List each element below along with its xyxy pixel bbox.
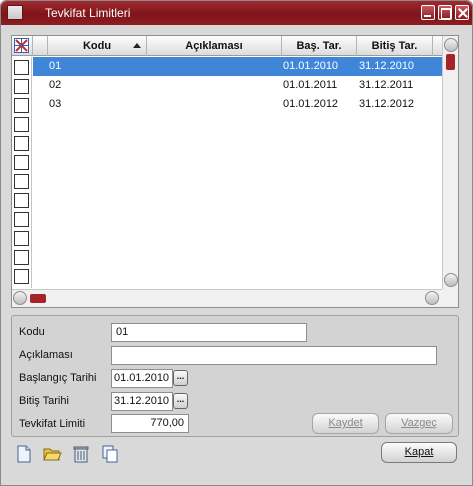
grid-header: Kodu Açıklaması Baş. Tar. Bitiş Tar. — [12, 36, 442, 56]
limit-field[interactable]: 770,00 — [111, 414, 189, 433]
row-checkbox[interactable] — [14, 98, 29, 113]
vertical-scrollbar[interactable] — [442, 36, 458, 289]
cell-code: 01 — [49, 60, 62, 72]
end-date-field[interactable]: 31.12.2010 — [111, 392, 173, 411]
row-checkbox[interactable] — [14, 79, 29, 94]
delete-trash-icon[interactable] — [71, 444, 91, 464]
window: Tevkifat Limitleri Kodu Açıklaması Baş. … — [0, 0, 473, 486]
cancel-button[interactable]: Vazgeç — [385, 413, 453, 434]
table-row[interactable]: 01 01.01.2010 31.12.2010 — [33, 57, 442, 76]
app-icon — [7, 5, 23, 20]
save-button[interactable]: Kaydet — [312, 413, 379, 434]
code-label: Kodu — [19, 326, 45, 338]
row-checkbox[interactable] — [14, 269, 29, 284]
close-window-button[interactable] — [455, 5, 469, 20]
cell-start-date: 01.01.2010 — [283, 60, 339, 72]
scroll-corner — [442, 289, 458, 307]
new-record-icon[interactable] — [14, 444, 34, 464]
header-spacer — [33, 36, 48, 56]
close-button[interactable]: Kapat — [381, 442, 457, 463]
row-checkbox[interactable] — [14, 174, 29, 189]
minimize-button[interactable] — [421, 5, 435, 20]
table-row[interactable]: 02 01.01.2011 31.12.2011 — [33, 76, 442, 95]
row-checkbox[interactable] — [14, 117, 29, 132]
cell-start-date: 01.01.2012 — [283, 98, 339, 110]
column-header-start-date[interactable]: Baş. Tar. — [282, 36, 357, 56]
row-checkbox[interactable] — [14, 250, 29, 265]
start-date-label: Başlangıç Tarihi — [19, 372, 97, 384]
cell-end-date: 31.12.2010 — [359, 60, 415, 72]
detail-form: Kodu 01 Açıklaması Başlangıç Tarihi 01.0… — [11, 315, 459, 437]
sort-ascending-icon — [133, 43, 141, 48]
copy-record-icon[interactable] — [100, 444, 120, 464]
cell-start-date: 01.01.2011 — [283, 79, 338, 91]
start-date-field[interactable]: 01.01.2010 — [111, 369, 173, 388]
maximize-button[interactable] — [438, 5, 452, 20]
select-all-header — [12, 36, 33, 56]
horizontal-scroll-thumb[interactable] — [30, 294, 46, 303]
cell-end-date: 31.12.2012 — [359, 98, 415, 110]
row-checkbox[interactable] — [14, 136, 29, 151]
grid-rows: 01 01.01.2010 31.12.2010 02 01.01.2011 3… — [33, 57, 442, 288]
row-checkbox[interactable] — [14, 212, 29, 227]
scroll-left-icon[interactable] — [13, 291, 27, 305]
table-row[interactable]: 03 01.01.2012 31.12.2012 — [33, 95, 442, 114]
end-date-label: Bitiş Tarihi — [19, 395, 69, 407]
limits-grid: Kodu Açıklaması Baş. Tar. Bitiş Tar. 01 … — [11, 35, 459, 308]
limit-label: Tevkifat Limiti — [19, 418, 86, 430]
end-date-lookup-button[interactable]: ... — [173, 393, 188, 409]
column-header-code-label: Kodu — [82, 40, 112, 52]
row-checkbox-column — [12, 57, 32, 288]
row-checkbox[interactable] — [14, 60, 29, 75]
start-date-lookup-button[interactable]: ... — [173, 370, 188, 386]
window-title: Tevkifat Limitleri — [45, 6, 131, 20]
cell-end-date: 31.12.2011 — [359, 79, 414, 91]
cell-code: 02 — [49, 79, 62, 91]
select-all-icon[interactable] — [14, 38, 29, 53]
scroll-right-icon[interactable] — [425, 291, 439, 305]
vertical-scroll-thumb[interactable] — [446, 54, 455, 70]
row-checkbox[interactable] — [14, 193, 29, 208]
scroll-down-icon[interactable] — [444, 273, 458, 287]
cell-code: 03 — [49, 98, 62, 110]
description-label: Açıklaması — [19, 349, 73, 361]
row-checkbox[interactable] — [14, 155, 29, 170]
title-bar: Tevkifat Limitleri — [1, 1, 472, 25]
column-header-code[interactable]: Kodu — [48, 36, 147, 56]
row-checkbox[interactable] — [14, 231, 29, 246]
horizontal-scrollbar[interactable] — [12, 289, 442, 307]
column-header-end-date[interactable]: Bitiş Tar. — [357, 36, 433, 56]
scroll-up-icon[interactable] — [444, 38, 458, 52]
column-header-description[interactable]: Açıklaması — [147, 36, 282, 56]
description-field[interactable] — [111, 346, 437, 365]
open-folder-icon[interactable] — [42, 444, 62, 464]
code-field[interactable]: 01 — [111, 323, 307, 342]
